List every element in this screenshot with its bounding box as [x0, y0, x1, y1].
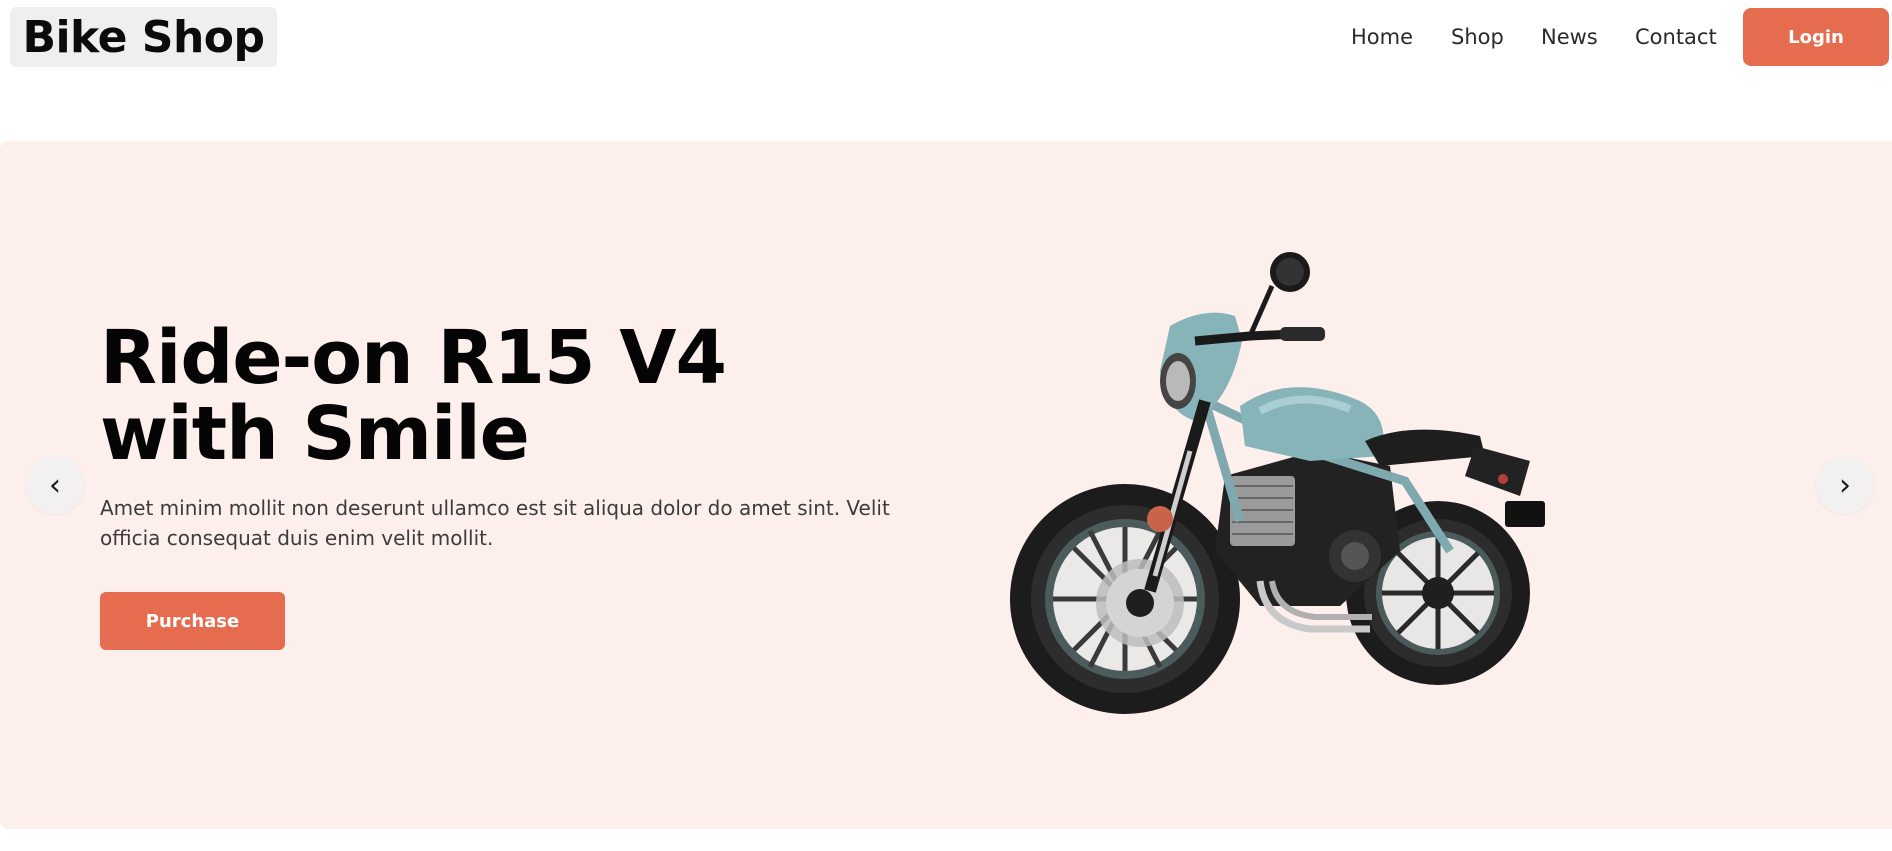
turn-signal: [1147, 506, 1173, 532]
hero-description: Amet minim mollit non deserunt ullamco e…: [100, 496, 890, 550]
login-button[interactable]: Login: [1743, 8, 1889, 66]
hero-title: Ride-on R15 V4 with Smile: [100, 320, 920, 472]
nav-shop[interactable]: Shop: [1451, 18, 1504, 56]
fuel-tank: [1240, 387, 1384, 461]
nav-news[interactable]: News: [1541, 18, 1598, 56]
chevron-right-icon: ›: [1839, 467, 1851, 503]
front-wheel: [1010, 484, 1240, 714]
carousel-next-button[interactable]: ›: [1816, 456, 1874, 514]
nav-home[interactable]: Home: [1351, 18, 1413, 56]
hero-title-line-1: Ride-on R15 V4: [100, 315, 727, 401]
hero-banner: Ride-on R15 V4 with Smile Amet minim mol…: [0, 141, 1892, 829]
chevron-left-icon: ‹: [49, 467, 61, 503]
carousel-prev-button[interactable]: ‹: [26, 456, 84, 514]
nav-contact[interactable]: Contact: [1635, 18, 1717, 56]
hero-title-line-2: with Smile: [100, 391, 530, 477]
purchase-button[interactable]: Purchase: [100, 592, 285, 650]
site-header: Bike Shop Home Shop News Contact Login: [0, 0, 1892, 72]
site-logo[interactable]: Bike Shop: [10, 7, 277, 67]
motorcycle-image: [1010, 252, 1545, 714]
